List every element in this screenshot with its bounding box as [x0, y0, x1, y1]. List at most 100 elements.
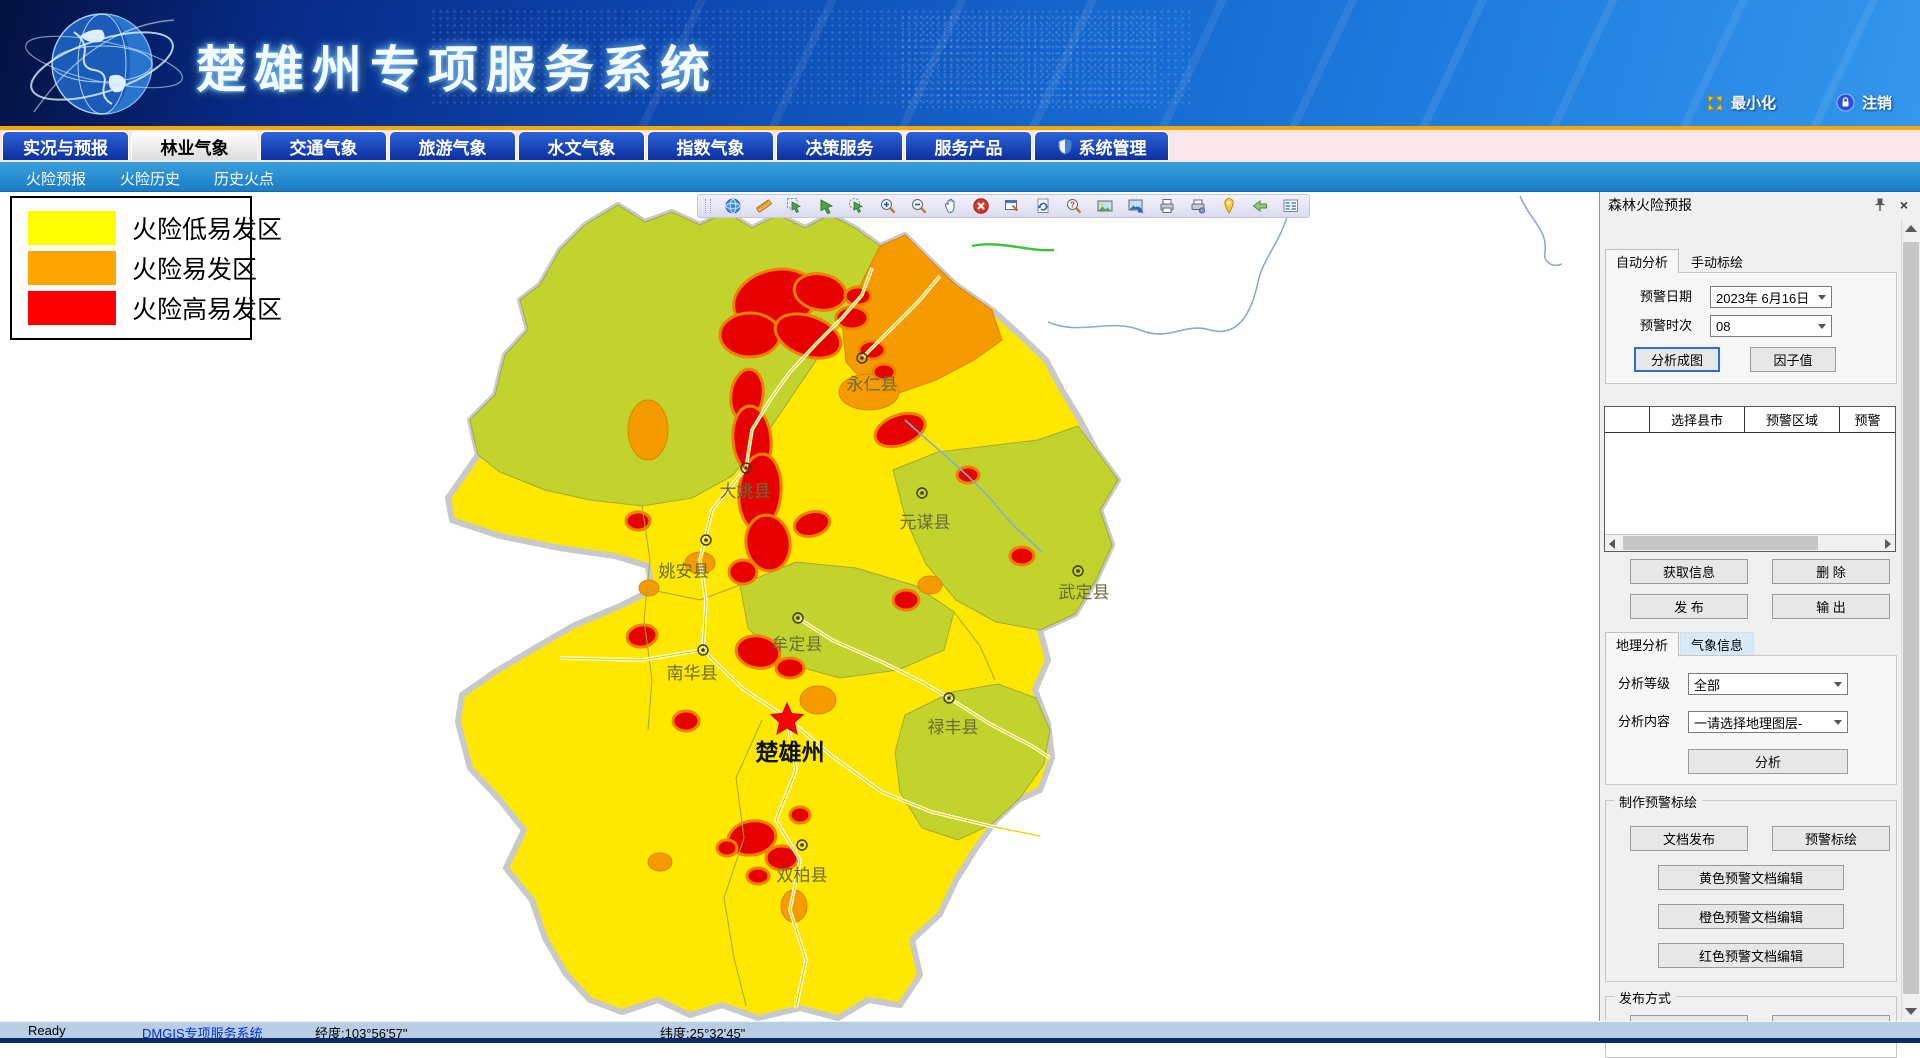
factor-value-button[interactable]: 因子值 [1750, 347, 1836, 372]
chevron-down-icon [1834, 682, 1842, 687]
chevron-down-icon [1834, 720, 1842, 725]
warning-plot-button[interactable]: 预警标绘 [1772, 826, 1890, 851]
tab-decision[interactable]: 决策服务 [776, 131, 903, 160]
status-ready: Ready [28, 1023, 66, 1038]
banner-worldmap-texture-2 [900, 14, 1160, 110]
legend-item-medium: 火险易发区 [28, 248, 250, 288]
capital-label: 楚雄州 [756, 739, 825, 765]
legend-label-high: 火险高易发区 [132, 290, 282, 326]
logout-button[interactable]: 注销 [1836, 92, 1892, 113]
legend-swatch-low [28, 211, 116, 245]
fire-risk-legend: 火险低易发区 火险易发区 火险高易发区 [10, 196, 252, 340]
map-toolbar: ? [697, 194, 1310, 218]
panel-tab-manual-plot[interactable]: 手动标绘 [1680, 249, 1754, 274]
panel-title: 森林火险预报 [1608, 195, 1692, 215]
scroll-left-icon[interactable] [1609, 539, 1615, 549]
chevron-down-icon [1818, 295, 1826, 300]
warning-time-label: 预警时次 [1640, 315, 1692, 337]
subtab-fire-forecast[interactable]: 火险预报 [26, 168, 86, 189]
analysis-content-label: 分析内容 [1618, 711, 1670, 733]
get-info-button[interactable]: 获取信息 [1630, 559, 1748, 584]
tab-index[interactable]: 指数气象 [647, 131, 774, 160]
logout-label: 注销 [1862, 92, 1892, 113]
pin-panel-icon[interactable] [1872, 197, 1888, 213]
legend-item-low: 火险低易发区 [28, 208, 250, 248]
warning-date-select[interactable]: 2023年 6月16日 [1710, 286, 1832, 308]
panel-tab-weather-info[interactable]: 气象信息 [1680, 632, 1754, 657]
select-rectangle-icon[interactable] [786, 197, 804, 215]
full-extent-icon[interactable] [1003, 197, 1021, 215]
zoom-out-icon[interactable] [910, 197, 928, 215]
tab-hydrology[interactable]: 水文气象 [518, 131, 645, 160]
identify-icon[interactable]: ? [1065, 197, 1083, 215]
svg-text:禄丰县: 禄丰县 [928, 718, 979, 737]
warning-table[interactable]: 选择县市 预警区域 预警 [1604, 406, 1896, 552]
tab-products[interactable]: 服务产品 [905, 131, 1032, 160]
scroll-down-icon[interactable] [1905, 1008, 1917, 1015]
table-header-region: 预警区域 [1745, 407, 1840, 432]
analyze-chart-button[interactable]: 分析成图 [1634, 347, 1720, 372]
pan-select-icon[interactable] [817, 197, 835, 215]
tab-traffic[interactable]: 交通气象 [260, 131, 387, 160]
print-setup-icon[interactable] [1189, 197, 1207, 215]
export-image-icon[interactable] [1127, 197, 1145, 215]
pin-icon[interactable] [1220, 197, 1238, 215]
refresh-icon[interactable] [1034, 197, 1052, 215]
doc-publish-button[interactable]: 文档发布 [1630, 826, 1748, 851]
table-horizontal-scrollbar[interactable] [1605, 534, 1895, 551]
subtab-fire-history[interactable]: 火险历史 [120, 168, 180, 189]
publish-button[interactable]: 发 布 [1630, 594, 1748, 619]
delete-button[interactable]: 删 除 [1772, 559, 1890, 584]
clear-icon[interactable] [972, 197, 990, 215]
analysis-content-select[interactable]: 一请选择地理图层- [1688, 711, 1848, 733]
legend-swatch-medium [28, 251, 116, 285]
close-panel-icon[interactable]: × [1896, 197, 1912, 213]
select-circle-icon[interactable] [848, 197, 866, 215]
tab-live-forecast[interactable]: 实况与预报 [2, 131, 129, 160]
red-warning-doc-button[interactable]: 红色预警文档编辑 [1658, 943, 1844, 968]
svg-text:姚安县: 姚安县 [659, 562, 710, 581]
legend-label-low: 火险低易发区 [132, 210, 282, 246]
panel-tab-auto-analysis[interactable]: 自动分析 [1605, 249, 1679, 274]
minimize-button[interactable]: 最小化 [1706, 92, 1776, 113]
analysis-level-select[interactable]: 全部 [1688, 673, 1848, 695]
image-icon[interactable] [1096, 197, 1114, 215]
analyze-button[interactable]: 分析 [1688, 749, 1848, 774]
export-button[interactable]: 输 出 [1772, 594, 1890, 619]
measure-icon[interactable] [755, 197, 773, 215]
tab-system-admin-label: 系统管理 [1079, 134, 1147, 159]
svg-text:双柏县: 双柏县 [777, 866, 828, 885]
minimize-label: 最小化 [1731, 92, 1776, 113]
scroll-right-icon[interactable] [1885, 539, 1891, 549]
panel-tab-geo-analysis[interactable]: 地理分析 [1605, 632, 1679, 657]
svg-text:武定县: 武定县 [1059, 583, 1110, 602]
pan-hand-icon[interactable] [941, 197, 959, 215]
orange-warning-doc-button[interactable]: 橙色预警文档编辑 [1658, 904, 1844, 929]
publish-group-title: 发布方式 [1614, 988, 1676, 1007]
panel-title-bar: 森林火险预报 × [1600, 192, 1920, 218]
plot-group-title: 制作预警标绘 [1614, 792, 1702, 811]
analysis-level-label: 分析等级 [1618, 673, 1670, 695]
layers-icon[interactable] [1282, 197, 1300, 215]
tab-system-admin[interactable]: 系统管理 [1034, 131, 1169, 160]
table-header-county: 选择县市 [1650, 407, 1745, 432]
tab-tourism[interactable]: 旅游气象 [389, 131, 516, 160]
svg-text:?: ? [1070, 200, 1075, 209]
main-tab-bar: 实况与预报 林业气象 交通气象 旅游气象 水文气象 指数气象 决策服务 服务产品… [0, 130, 1920, 162]
yellow-warning-doc-button[interactable]: 黄色预警文档编辑 [1658, 865, 1844, 890]
zoom-in-icon[interactable] [879, 197, 897, 215]
subtab-history-firespots[interactable]: 历史火点 [214, 168, 274, 189]
warning-date-value: 2023年 6月16日 [1716, 288, 1809, 307]
scrollbar-thumb[interactable] [1623, 536, 1818, 550]
toolbar-grip-handle[interactable] [705, 199, 711, 213]
scroll-up-icon[interactable] [1905, 225, 1917, 232]
back-icon[interactable] [1251, 197, 1269, 215]
tab-forestry[interactable]: 林业气象 [131, 131, 258, 160]
status-bar: Ready DMGIS专项服务系统 经度:103°56'57" 纬度:25°32… [0, 1021, 1920, 1038]
panel-vertical-scrollbar[interactable] [1901, 218, 1920, 1022]
scrollbar-thumb[interactable] [1903, 242, 1919, 994]
header-banner: 楚雄州专项服务系统 最小化 注销 [0, 0, 1920, 126]
print-icon[interactable] [1158, 197, 1176, 215]
warning-time-select[interactable]: 08 [1710, 315, 1832, 337]
globe-icon[interactable] [724, 197, 742, 215]
